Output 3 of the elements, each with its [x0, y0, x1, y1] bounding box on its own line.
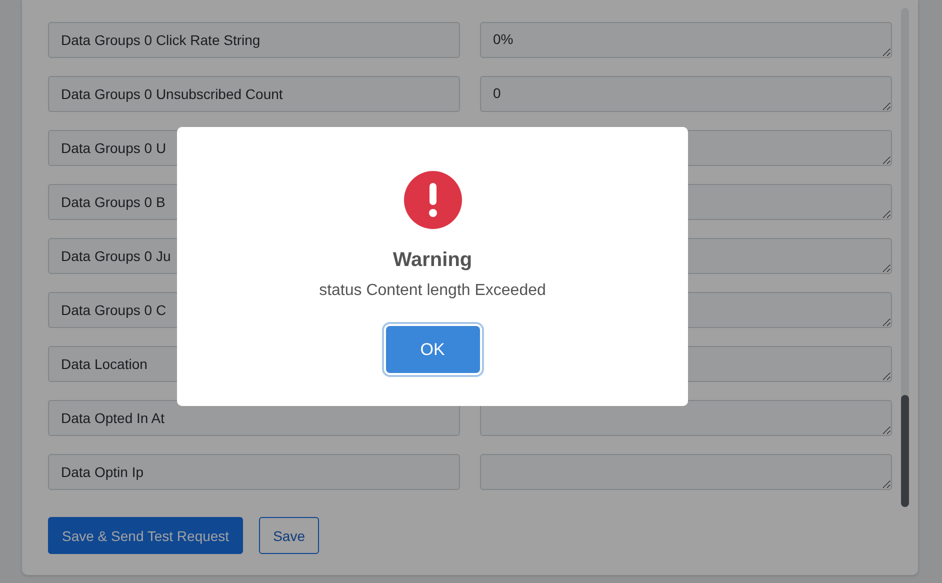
field-label: Data Groups 0 Unsubscribed Count — [48, 76, 460, 112]
field-label: Data Groups 0 Click Rate String — [48, 22, 460, 58]
field-label: Data Optin Ip — [48, 454, 460, 490]
